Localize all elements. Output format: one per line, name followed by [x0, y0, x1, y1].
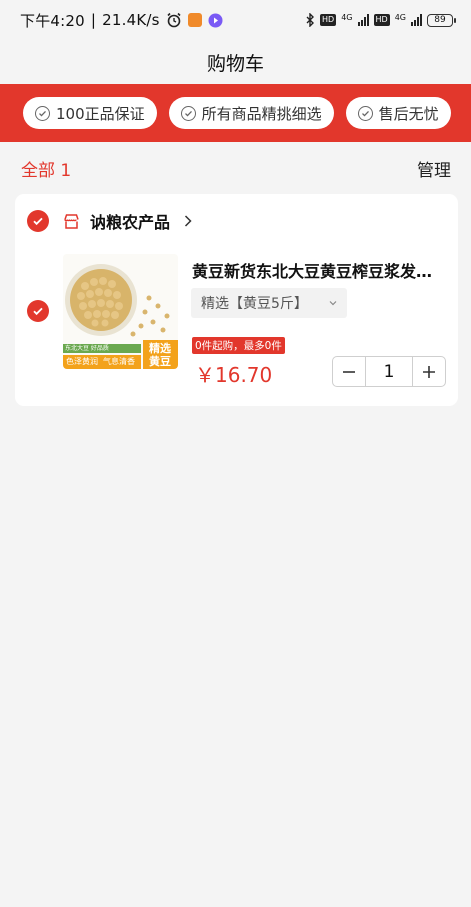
network-type-2: 4G: [394, 13, 406, 22]
store-icon: [63, 213, 80, 230]
all-items-tab[interactable]: 全部 1: [21, 156, 71, 181]
guarantee-label: 售后无忧: [378, 104, 439, 123]
guarantee-pill-selected: 所有商品精挑细选: [168, 97, 334, 129]
alarm-icon: [166, 12, 182, 28]
chevron-right-icon[interactable]: [184, 212, 192, 231]
shop-cart-card: 讷粮农产品 东北大豆 好品质 色泽黄润 气息清香 精选 黄豆 黄豆新货东北大豆黄…: [15, 194, 458, 406]
status-right: HD 4G HD 4G 89: [305, 13, 456, 27]
guarantee-strip: 100正品保证 所有商品精挑细选 售后无忧: [0, 84, 471, 142]
guarantee-pill-authentic: 100正品保证: [23, 97, 157, 129]
minus-icon: [343, 370, 355, 373]
quantity-stepper: 1: [332, 356, 446, 387]
image-tag-2: 黄豆: [149, 355, 171, 368]
title-bar: 购物车: [0, 40, 471, 84]
guarantee-label: 100正品保证: [56, 104, 145, 123]
quantity-value[interactable]: 1: [365, 357, 413, 386]
manage-button[interactable]: 管理: [417, 156, 451, 181]
shop-name[interactable]: 讷粮农产品: [90, 209, 170, 233]
image-caption-2: 气息清香: [103, 357, 135, 366]
status-left: 下午4:20 | 21.4K/s: [20, 10, 223, 31]
status-time: 下午4:20: [20, 11, 85, 30]
battery-icon: 89: [427, 13, 456, 27]
check-circle-icon: [357, 105, 373, 121]
shop-select-checkbox[interactable]: [27, 210, 49, 232]
status-separator: |: [90, 11, 97, 29]
battery-level: 89: [434, 15, 446, 25]
spec-selector[interactable]: 精选【黄豆5斤】: [191, 288, 347, 318]
chevron-down-icon: [329, 298, 337, 309]
check-circle-icon: [180, 105, 196, 121]
guarantee-label: 所有商品精挑细选: [201, 104, 322, 123]
video-app-icon: [208, 13, 223, 28]
status-bar: 下午4:20 | 21.4K/s HD 4G HD 4G 89: [0, 0, 471, 40]
shop-header[interactable]: 讷粮农产品: [27, 208, 192, 234]
plus-icon: [423, 365, 435, 378]
app-notification-icon: [187, 13, 202, 27]
spec-label: 精选【黄豆5斤】: [201, 296, 308, 312]
product-title[interactable]: 黄豆新货东北大豆黄豆榨豆浆发…: [192, 258, 447, 282]
page-title: 购物车: [206, 52, 264, 75]
image-caption-1: 色泽黄润: [66, 357, 98, 366]
hd-icon: HD: [320, 14, 337, 26]
hd-icon: HD: [373, 14, 390, 26]
cart-summary-row: 全部 1 管理: [0, 150, 471, 186]
status-net-speed: 21.4K/s: [102, 11, 160, 29]
bluetooth-icon: [305, 13, 315, 27]
image-tag-1: 精选: [149, 342, 171, 355]
increase-quantity-button[interactable]: [413, 357, 445, 386]
product-price: ￥16.70: [195, 363, 273, 387]
decrease-quantity-button[interactable]: [333, 357, 365, 386]
signal-icon: [357, 14, 369, 26]
guarantee-pill-aftersales: 售后无忧: [345, 97, 451, 129]
purchase-limit-badge: 0件起购，最多0件: [192, 337, 285, 354]
item-select-checkbox[interactable]: [27, 300, 49, 322]
network-type-1: 4G: [341, 13, 353, 22]
image-caption-top: 东北大豆 好品质: [65, 345, 109, 352]
check-circle-icon: [35, 105, 50, 121]
product-image[interactable]: 东北大豆 好品质 色泽黄润 气息清香 精选 黄豆: [63, 254, 178, 369]
signal-icon: [411, 14, 422, 26]
